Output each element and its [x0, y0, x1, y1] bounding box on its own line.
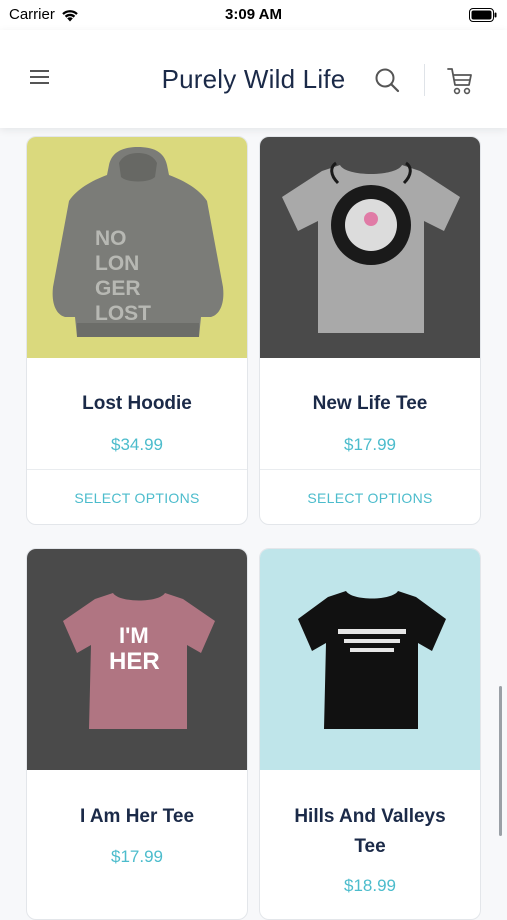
- hoodie-image: NO LON GER LOST: [52, 147, 224, 337]
- product-price: $17.99: [344, 435, 396, 454]
- product-price: $34.99: [111, 435, 163, 454]
- tshirt-image: I'M HER: [63, 593, 215, 729]
- product-name[interactable]: Lost Hoodie: [27, 389, 247, 419]
- product-image-lost-hoodie[interactable]: NO LON GER LOST: [27, 137, 247, 358]
- product-name[interactable]: I Am Her Tee: [27, 802, 247, 832]
- product-card-new-life-tee[interactable]: New Life Tee $17.99 SELECT OPTIONS: [259, 136, 481, 525]
- tee-print-line-2: HER: [109, 648, 160, 675]
- tshirt-image: [282, 161, 460, 333]
- product-image-hills-and-valleys-tee[interactable]: [260, 549, 480, 770]
- tshirt-image: [298, 591, 446, 729]
- product-name-line-1: Hills And Valleys: [294, 806, 446, 827]
- product-price: $17.99: [111, 847, 163, 866]
- status-time: 3:09 AM: [225, 6, 282, 23]
- cart-button[interactable]: [446, 66, 474, 96]
- hoodie-print-line-3: GER: [95, 277, 141, 300]
- status-bar: Carrier 3:09 AM: [0, 0, 507, 30]
- select-options-button[interactable]: SELECT OPTIONS: [260, 490, 480, 506]
- app-header: Purely Wild Life: [0, 30, 507, 128]
- hoodie-print-line-1: NO: [95, 227, 127, 250]
- product-name-line-2: Tee: [354, 836, 386, 857]
- hoodie-print-line-4: LOST: [95, 302, 151, 325]
- product-card-i-am-her-tee[interactable]: I'M HER I Am Her Tee $17.99: [26, 548, 248, 920]
- hoodie-print-line-2: LON: [95, 252, 139, 275]
- product-card-lost-hoodie[interactable]: NO LON GER LOST Lost Hoodie $34.99 SELEC…: [26, 136, 248, 525]
- product-image-i-am-her-tee[interactable]: I'M HER: [27, 549, 247, 770]
- search-icon: [375, 68, 400, 93]
- battery-icon: [469, 8, 497, 22]
- shopping-cart-icon: [447, 68, 472, 95]
- product-image-new-life-tee[interactable]: [260, 137, 480, 358]
- product-price: $18.99: [344, 876, 396, 895]
- tee-print-line-1: I'M: [119, 623, 149, 648]
- search-button[interactable]: [373, 66, 401, 94]
- select-options-button[interactable]: SELECT OPTIONS: [27, 490, 247, 506]
- product-name[interactable]: New Life Tee: [260, 389, 480, 419]
- product-card-hills-and-valleys-tee[interactable]: Hills And Valleys Tee $18.99: [259, 548, 481, 920]
- product-name[interactable]: Hills And Valleys Tee: [260, 802, 480, 862]
- header-divider: [424, 64, 425, 96]
- app-title: Purely Wild Life: [161, 64, 346, 94]
- card-divider: [27, 469, 247, 470]
- card-divider: [260, 469, 480, 470]
- scroll-indicator[interactable]: [499, 686, 502, 836]
